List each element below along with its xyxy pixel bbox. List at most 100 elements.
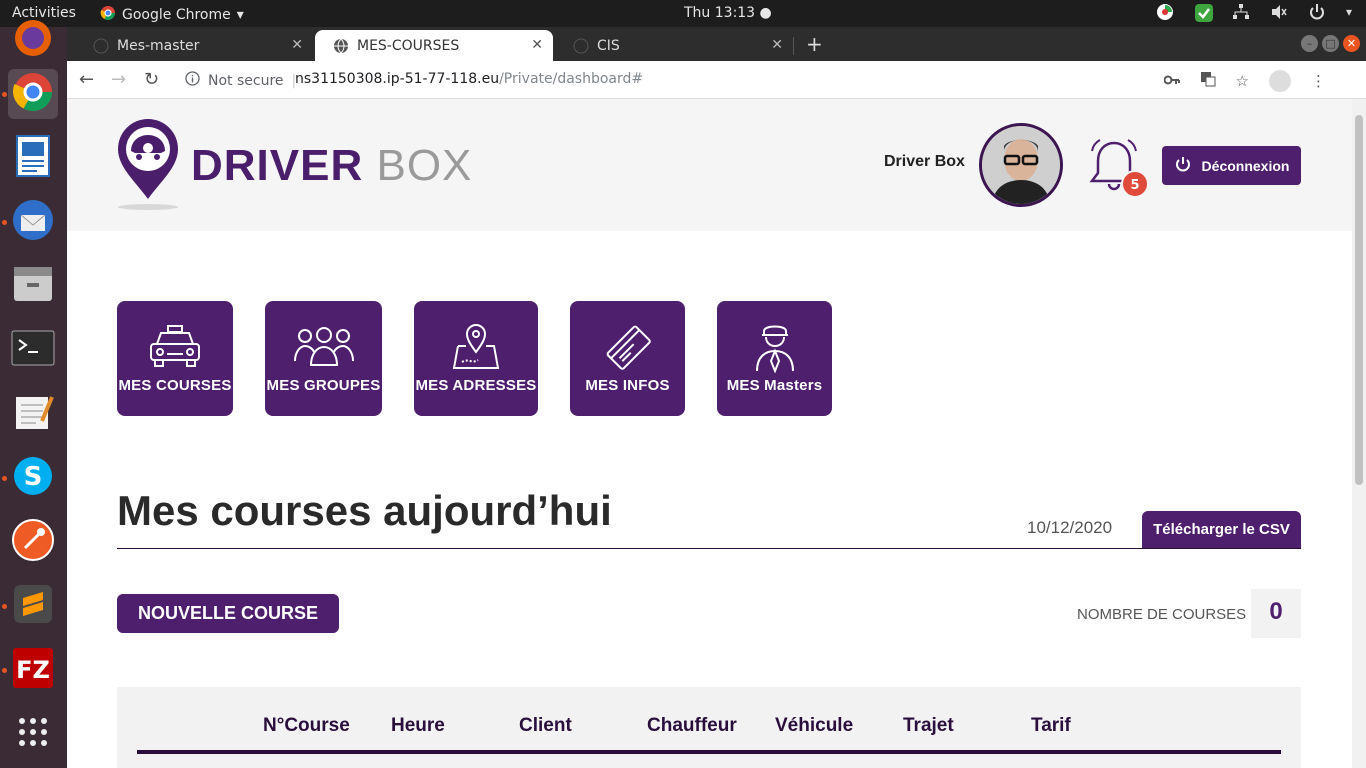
card-icon — [604, 323, 652, 371]
svg-text:FZ: FZ — [16, 656, 50, 684]
back-icon[interactable]: ← — [79, 69, 94, 90]
tab-label: MES-COURSES — [357, 37, 460, 54]
chevron-down-icon: ▾ — [236, 7, 244, 23]
clock[interactable]: Thu 13:13 ● — [684, 5, 772, 21]
close-icon[interactable]: ✕ — [291, 37, 303, 53]
text-editor-icon — [12, 391, 54, 437]
web-page: DRIVER BOX Driver Box 5 Déconnexion MES … — [67, 99, 1352, 768]
page-scrollbar[interactable] — [1352, 99, 1366, 768]
reload-icon[interactable]: ↻ — [144, 69, 159, 90]
user-name: Driver Box — [884, 153, 965, 170]
column-header-tarif[interactable]: Tarif — [1031, 715, 1071, 737]
chevron-down-icon[interactable]: ▾ — [1346, 5, 1352, 19]
page-title: Mes courses aujourd’hui — [117, 487, 612, 534]
new-course-button[interactable]: NOUVELLE COURSE — [117, 594, 339, 633]
app-menu[interactable]: Google Chrome ▾ — [100, 5, 244, 25]
running-indicator — [2, 476, 7, 481]
column-header-heure[interactable]: Heure — [391, 715, 445, 737]
dock-files[interactable] — [8, 261, 58, 311]
info-icon — [185, 71, 200, 90]
chrome-icon — [12, 71, 54, 117]
chrome-small-icon — [100, 5, 116, 25]
window-controls: – □ ✕ — [1301, 35, 1360, 52]
tile-mes-courses[interactable]: MES COURSES — [117, 301, 233, 416]
dock-firefox[interactable] — [8, 15, 58, 65]
dock-skype[interactable]: S — [8, 453, 58, 503]
translate-icon[interactable] — [1200, 71, 1216, 91]
download-csv-button[interactable]: Télécharger le CSV — [1142, 511, 1301, 548]
logo-word-box: BOX — [376, 141, 473, 190]
driverbox-logo[interactable]: DRIVER BOX — [115, 117, 472, 215]
updates-icon[interactable] — [1194, 3, 1213, 22]
system-tray: ▾ — [1156, 3, 1352, 22]
app-grid-icon — [17, 716, 49, 752]
tile-mes-groupes[interactable]: MES GROUPES — [265, 301, 382, 416]
running-indicator — [2, 604, 7, 609]
logout-button[interactable]: Déconnexion — [1162, 146, 1301, 185]
app-menu-label: Google Chrome — [122, 7, 231, 23]
profile-icon[interactable] — [1269, 70, 1291, 92]
scrollbar-thumb[interactable] — [1355, 115, 1363, 485]
column-header-client[interactable]: Client — [519, 715, 572, 737]
running-indicator — [2, 220, 7, 225]
terminal-icon — [11, 330, 55, 370]
thunderbird-icon — [11, 198, 55, 246]
dock-postman[interactable] — [8, 517, 58, 567]
dock-terminal[interactable] — [8, 325, 58, 375]
url-field[interactable]: ns31150308.ip-51-77-118.eu/Private/dashb… — [295, 71, 643, 87]
column-header-vehicule[interactable]: Véhicule — [775, 715, 853, 737]
dock-app-grid[interactable] — [8, 709, 58, 759]
key-icon[interactable] — [1163, 72, 1180, 90]
tab-separator — [793, 37, 794, 55]
timer-icon[interactable] — [1156, 3, 1174, 21]
course-count-label: NOMBRE DE COURSES : — [1077, 606, 1255, 623]
map-pin-icon — [452, 323, 500, 371]
forward-icon[interactable]: → — [111, 69, 126, 90]
tile-label: MES GROUPES — [266, 377, 381, 394]
star-icon[interactable]: ☆ — [1236, 72, 1249, 90]
new-tab-button[interactable]: + — [806, 32, 823, 56]
column-header-chauffeur[interactable]: Chauffeur — [647, 715, 737, 737]
tile-label: MES INFOS — [585, 377, 670, 394]
maximize-button[interactable]: □ — [1322, 35, 1339, 52]
power-icon[interactable] — [1308, 3, 1326, 21]
column-header-numero[interactable]: N°Course — [263, 715, 350, 737]
security-chip[interactable]: Not secure | — [185, 71, 296, 90]
dock-writer[interactable] — [8, 133, 58, 183]
tile-mes-infos[interactable]: MES INFOS — [570, 301, 685, 416]
column-header-trajet[interactable]: Trajet — [903, 715, 954, 737]
postman-icon — [11, 518, 55, 566]
close-icon[interactable]: ✕ — [531, 37, 543, 53]
driver-icon — [753, 323, 797, 373]
dock-thunderbird[interactable] — [8, 197, 58, 247]
logout-label: Déconnexion — [1201, 157, 1290, 174]
dock-chrome[interactable] — [8, 69, 58, 119]
minimize-button[interactable]: – — [1301, 35, 1318, 52]
avatar[interactable] — [979, 123, 1063, 207]
system-top-bar: Activities Google Chrome ▾ Thu 13:13 ● ▾ — [0, 0, 1366, 27]
site-header: DRIVER BOX Driver Box 5 Déconnexion — [67, 99, 1352, 231]
dock-text-editor[interactable] — [8, 389, 58, 439]
menu-icon[interactable]: ⋮ — [1311, 72, 1326, 90]
divider — [117, 548, 1301, 549]
svg-text:S: S — [24, 462, 43, 492]
group-icon — [293, 323, 355, 371]
dock-sublime[interactable] — [8, 581, 58, 631]
close-icon[interactable]: ✕ — [771, 37, 783, 53]
filezilla-icon: FZ — [12, 647, 54, 693]
dock-filezilla[interactable]: FZ — [8, 645, 58, 695]
tile-mes-masters[interactable]: MES Masters — [717, 301, 832, 416]
url-host: ns31150308.ip-51-77-118.eu — [295, 71, 500, 87]
tab-cis[interactable]: CIS ✕ — [555, 30, 793, 61]
current-date: 10/12/2020 — [1027, 518, 1113, 537]
power-icon — [1174, 155, 1192, 176]
network-icon[interactable] — [1232, 3, 1250, 21]
tile-mes-adresses[interactable]: MES ADRESSES — [414, 301, 538, 416]
tab-mes-master[interactable]: Mes-master ✕ — [75, 30, 313, 61]
tab-label: Mes-master — [117, 37, 200, 54]
running-indicator — [2, 668, 7, 673]
tab-mes-courses[interactable]: MES-COURSES ✕ — [315, 30, 553, 61]
running-indicator — [2, 92, 7, 97]
volume-icon[interactable] — [1270, 3, 1288, 21]
close-window-button[interactable]: ✕ — [1343, 35, 1360, 52]
